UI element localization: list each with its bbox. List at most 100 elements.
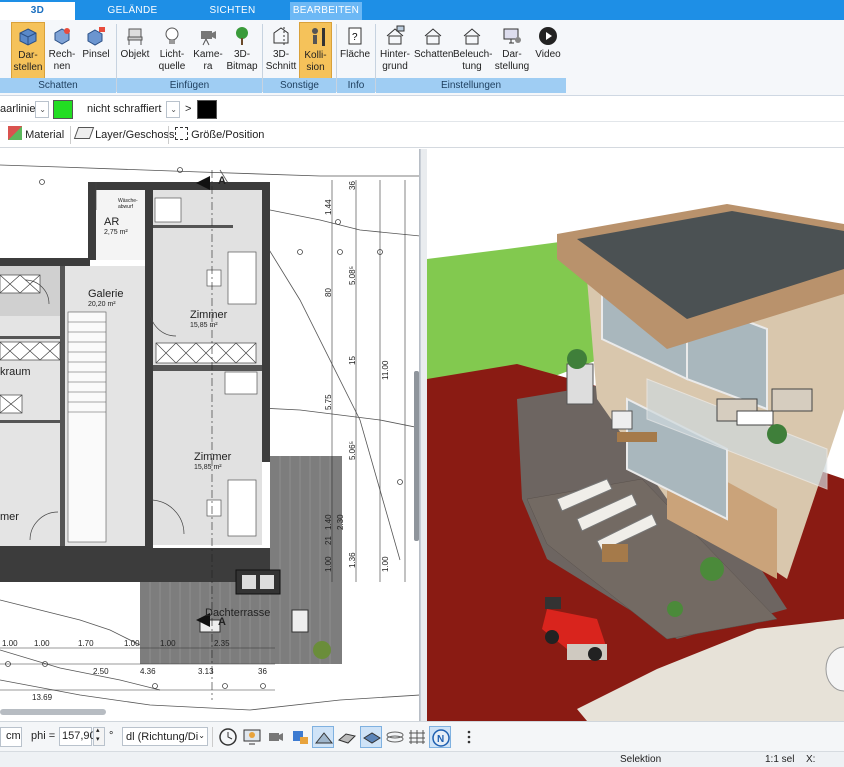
room-name: Zimmer <box>194 451 232 463</box>
room-name: kraum <box>0 366 31 378</box>
paint-icon[interactable] <box>289 726 311 748</box>
dim-label: 1.00 <box>124 639 140 648</box>
phi-input[interactable]: 157,90 <box>59 727 96 746</box>
layer-label: Layer/Geschoss <box>95 129 175 141</box>
separator <box>212 727 213 747</box>
schatten-button[interactable]: Schatten <box>414 22 453 80</box>
section-label: A <box>218 616 226 628</box>
pinsel-label: Pinsel <box>82 49 110 60</box>
line-type-dropdown[interactable]: ⌄ <box>35 101 49 118</box>
north-icon[interactable]: N <box>429 726 451 748</box>
pinsel-button[interactable]: Pinsel <box>80 22 112 80</box>
tab-gelaende[interactable]: GELÄNDE <box>90 2 175 20</box>
chevron-down-icon: ⌄ <box>39 105 46 114</box>
status-coord-x: X: <box>806 754 816 765</box>
more-options-icon[interactable] <box>458 726 480 748</box>
lichtquelle-button[interactable]: Licht- quelle <box>154 22 190 80</box>
layer-tool-icon[interactable] <box>360 726 382 748</box>
hintergrund-label: Hinter- grund <box>379 49 410 72</box>
property-row-tools: Material Layer/Geschoss Größe/Position <box>0 122 844 148</box>
room-name: AR <box>104 216 119 228</box>
clock-icon[interactable] <box>217 726 239 748</box>
camera-tool-icon[interactable] <box>265 726 287 748</box>
material-label: Material <box>25 129 65 141</box>
room-name: Zimmer <box>190 309 228 321</box>
room-area: 2,75 m² <box>104 229 128 236</box>
dim-label: 36 <box>258 667 267 676</box>
floor-plan-canvas: 36 1.44 80 5.08⁵ 5.75 15 11.00 5.06⁵ 1.4… <box>0 164 419 711</box>
3d-schnitt-button[interactable]: 3D- Schnitt <box>264 22 298 80</box>
stack-icon[interactable] <box>384 726 406 748</box>
chevron-down-icon: ⌄ <box>198 731 205 740</box>
floor-plan-view[interactable]: 36 1.44 80 5.08⁵ 5.75 15 11.00 5.06⁵ 1.4… <box>0 149 420 721</box>
dim-label: 1.36 <box>348 552 357 568</box>
grid-icon[interactable] <box>406 726 428 748</box>
staircase <box>67 311 107 543</box>
dim-label: 5.75 <box>324 394 333 410</box>
beleuchtung-button[interactable]: Beleuch- tung <box>453 22 492 80</box>
phi-label: phi = <box>31 730 56 742</box>
dim-label: 1.40 <box>324 514 333 530</box>
status-scale: 1:1 sel <box>765 754 795 765</box>
tree-icon <box>236 27 248 45</box>
darstellen-label: Dar- stellen <box>13 50 43 73</box>
video-button[interactable]: Video <box>532 22 564 80</box>
kollision-label: Kolli- sion <box>304 50 327 73</box>
3d-schnitt-label: 3D- Schnitt <box>265 49 297 72</box>
direction-value: dl (Richtung/Di <box>126 731 199 743</box>
pane-splitter[interactable] <box>420 149 427 721</box>
svg-text:N: N <box>437 734 444 745</box>
tab-3d[interactable]: 3D <box>0 2 75 20</box>
cube-calc-icon <box>54 28 70 45</box>
room-name: Galerie <box>88 288 123 300</box>
monitor-icon[interactable] <box>241 726 263 748</box>
group-info: Info <box>337 78 375 93</box>
kamera-label: Kame- ra <box>193 49 223 72</box>
phi-stepper[interactable]: ▴ ▾ <box>93 727 105 746</box>
dim-label: 1.00 <box>2 639 18 648</box>
flaeche-button[interactable]: ? Fläche <box>338 22 372 80</box>
lightbulb-icon <box>165 27 179 44</box>
tab-sichten[interactable]: SICHTEN <box>195 2 270 20</box>
objekt-button[interactable]: Objekt <box>118 22 152 80</box>
cube-icon <box>19 28 37 46</box>
monitor-settings-icon <box>503 28 521 44</box>
rechnen-button[interactable]: Rech- nen <box>47 22 77 80</box>
brush-cube-icon <box>87 27 105 46</box>
kollision-button[interactable]: Kolli- sion <box>299 22 332 80</box>
section-label: A <box>218 175 226 187</box>
3d-bitmap-label: 3D- Bitmap <box>226 49 258 72</box>
room-area: 20,20 m² <box>88 301 116 308</box>
3d-view[interactable] <box>427 149 844 721</box>
degree-label: ° <box>109 730 114 742</box>
size-position-button[interactable]: Größe/Position <box>175 125 264 145</box>
tab-bearbeiten[interactable]: BEARBEITEN <box>290 2 362 20</box>
3d-scene <box>427 204 844 721</box>
darstellen-button[interactable]: Dar- stellen <box>11 22 45 80</box>
lichtquelle-label: Licht- quelle <box>158 49 186 72</box>
line-color-swatch[interactable] <box>53 100 73 119</box>
direction-dropdown[interactable]: dl (Richtung/Di ⌄ <box>122 727 208 746</box>
group-sonstige: Sonstige <box>263 78 336 93</box>
3d-bitmap-button[interactable]: 3D- Bitmap <box>226 22 258 80</box>
layer-button[interactable]: Layer/Geschoss <box>73 125 175 145</box>
hatch-tool-icon[interactable] <box>336 726 358 748</box>
house-background-icon <box>386 25 405 45</box>
arrow-label: > <box>185 103 192 115</box>
dim-label: 2.30 <box>336 514 345 530</box>
dim-label: 80 <box>324 288 333 297</box>
material-button[interactable]: Material <box>8 125 64 145</box>
darstellung-button[interactable]: Dar- stellung <box>493 22 531 80</box>
dim-label: 1.00 <box>160 639 176 648</box>
group-einstellungen: Einstellungen <box>376 78 566 93</box>
terrain-tool-icon[interactable] <box>312 726 334 748</box>
dim-label: 5.06⁵ <box>348 441 357 460</box>
plan-horizontal-scrollbar[interactable] <box>0 709 106 715</box>
house-shadow-icon <box>424 28 442 45</box>
hintergrund-button[interactable]: Hinter- grund <box>377 22 413 80</box>
kamera-button[interactable]: Kame- ra <box>192 22 224 80</box>
hatch-dropdown[interactable]: ⌄ <box>166 101 180 118</box>
plan-vertical-scrollbar[interactable] <box>414 371 419 541</box>
hatch-color-swatch[interactable] <box>197 100 217 119</box>
ribbon-tab-bar: 3D GELÄNDE SICHTEN BEARBEITEN <box>0 0 844 20</box>
